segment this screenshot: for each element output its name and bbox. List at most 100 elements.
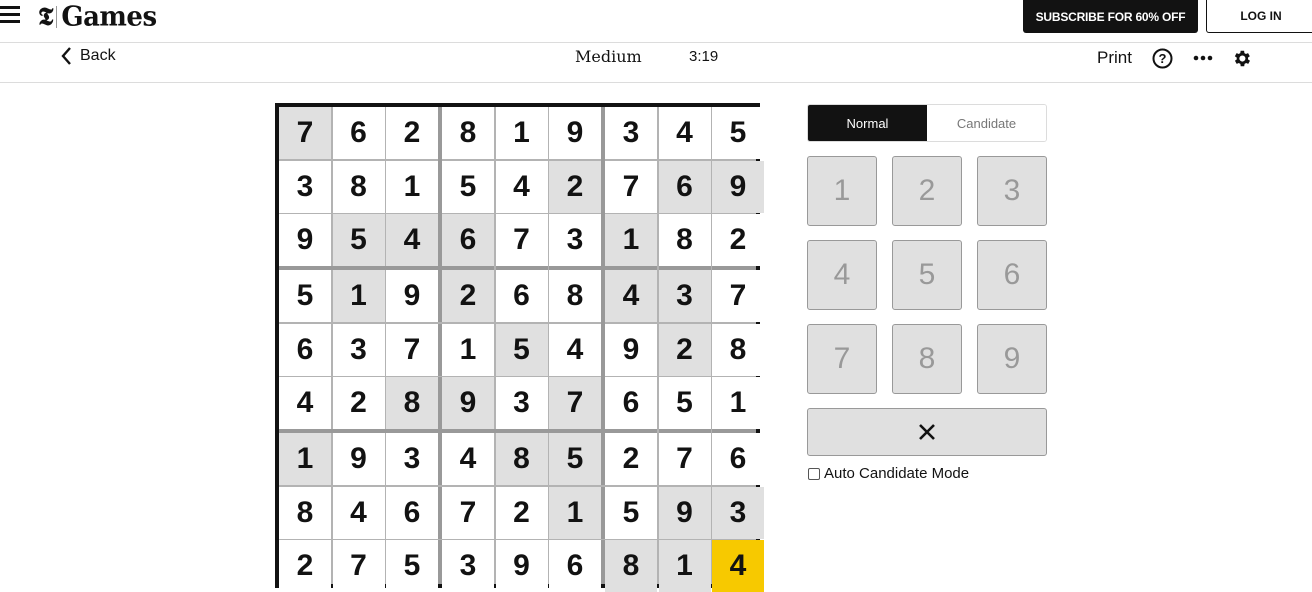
timer[interactable]: 3:19	[689, 48, 718, 65]
board-cell[interactable]: 7	[495, 214, 548, 266]
board-cell[interactable]: 5	[386, 540, 438, 592]
board-cell[interactable]: 6	[386, 486, 438, 539]
board-cell[interactable]: 8	[495, 433, 548, 485]
board-cell[interactable]: 6	[605, 377, 657, 429]
subscribe-button[interactable]: SUBSCRIBE FOR 60% OFF	[1023, 0, 1198, 33]
board-cell[interactable]: 9	[658, 486, 711, 539]
board-cell[interactable]: 7	[279, 107, 331, 159]
board-cell[interactable]: 8	[658, 214, 711, 266]
board-cell[interactable]: 5	[332, 214, 385, 266]
board-cell[interactable]: 7	[386, 323, 438, 376]
numpad-key[interactable]: 6	[977, 240, 1047, 310]
board-cell[interactable]: 4	[658, 107, 711, 159]
board-cell[interactable]: 5	[712, 107, 764, 159]
board-cell[interactable]: 4	[442, 433, 494, 485]
board-cell[interactable]: 2	[386, 107, 438, 159]
board-cell[interactable]: 1	[386, 160, 438, 213]
board-cell[interactable]: 8	[712, 323, 764, 376]
auto-candidate-checkbox[interactable]	[808, 467, 820, 480]
board-cell[interactable]: 3	[279, 160, 331, 213]
board-cell[interactable]: 8	[279, 486, 331, 539]
board-cell[interactable]: 9	[279, 214, 331, 266]
board-cell[interactable]: 8	[605, 540, 657, 592]
board-cell[interactable]: 8	[332, 160, 385, 213]
board-cell[interactable]: 3	[442, 540, 494, 592]
nyt-games-logo[interactable]: 𝕿 Games	[38, 0, 157, 34]
board-cell[interactable]: 5	[442, 160, 494, 213]
board-cell[interactable]: 8	[549, 270, 601, 322]
board-cell[interactable]: 4	[386, 214, 438, 266]
help-icon[interactable]: ?	[1152, 48, 1173, 69]
board-cell[interactable]: 6	[279, 323, 331, 376]
board-cell[interactable]: 4	[495, 160, 548, 213]
numpad-key[interactable]: 1	[807, 156, 877, 226]
board-cell[interactable]: 9	[605, 323, 657, 376]
candidate-mode-tab[interactable]: Candidate	[927, 105, 1046, 141]
board-cell[interactable]: 5	[605, 486, 657, 539]
board-cell[interactable]: 4	[605, 270, 657, 322]
board-cell[interactable]: 8	[442, 107, 494, 159]
board-cell[interactable]: 9	[495, 540, 548, 592]
board-cell[interactable]: 2	[549, 160, 601, 213]
board-cell[interactable]: 3	[386, 433, 438, 485]
board-cell[interactable]: 4	[549, 323, 601, 376]
board-cell[interactable]: 7	[658, 433, 711, 485]
board-cell[interactable]: 2	[442, 270, 494, 322]
board-cell[interactable]: 1	[605, 214, 657, 266]
board-cell[interactable]: 8	[386, 377, 438, 429]
erase-button[interactable]	[807, 408, 1047, 456]
board-cell[interactable]: 9	[332, 433, 385, 485]
board-cell[interactable]: 2	[332, 377, 385, 429]
board-cell[interactable]: 1	[712, 377, 764, 429]
board-cell[interactable]: 9	[442, 377, 494, 429]
more-options-icon[interactable]	[1192, 48, 1214, 68]
board-cell[interactable]: 7	[442, 486, 494, 539]
board-cell[interactable]: 3	[658, 270, 711, 322]
board-cell[interactable]: 3	[549, 214, 601, 266]
board-cell[interactable]: 2	[712, 214, 764, 266]
numpad-key[interactable]: 5	[892, 240, 962, 310]
board-cell[interactable]: 2	[279, 540, 331, 592]
board-cell[interactable]: 3	[605, 107, 657, 159]
board-cell[interactable]: 1	[279, 433, 331, 485]
board-cell[interactable]: 3	[332, 323, 385, 376]
board-cell[interactable]: 6	[549, 540, 601, 592]
board-cell[interactable]: 5	[279, 270, 331, 322]
board-cell[interactable]: 3	[495, 377, 548, 429]
board-cell[interactable]: 7	[332, 540, 385, 592]
board-cell[interactable]: 1	[442, 323, 494, 376]
board-cell[interactable]: 1	[332, 270, 385, 322]
numpad-key[interactable]: 2	[892, 156, 962, 226]
login-button[interactable]: LOG IN	[1206, 0, 1312, 33]
board-cell[interactable]: 6	[712, 433, 764, 485]
board-cell[interactable]: 1	[658, 540, 711, 592]
board-cell[interactable]: 2	[658, 323, 711, 376]
numpad-key[interactable]: 4	[807, 240, 877, 310]
board-cell[interactable]: 7	[605, 160, 657, 213]
board-cell[interactable]: 1	[495, 107, 548, 159]
print-button[interactable]: Print	[1097, 48, 1132, 68]
board-cell[interactable]: 6	[442, 214, 494, 266]
board-cell[interactable]: 6	[495, 270, 548, 322]
board-cell[interactable]: 2	[495, 486, 548, 539]
board-cell[interactable]: 4	[332, 486, 385, 539]
hamburger-menu-icon[interactable]	[0, 6, 20, 24]
board-cell[interactable]: 4	[279, 377, 331, 429]
numpad-key[interactable]: 7	[807, 324, 877, 394]
board-cell[interactable]: 6	[658, 160, 711, 213]
board-cell[interactable]: 2	[605, 433, 657, 485]
numpad-key[interactable]: 8	[892, 324, 962, 394]
board-cell[interactable]: 9	[549, 107, 601, 159]
board-cell[interactable]: 7	[712, 270, 764, 322]
board-cell[interactable]: 1	[549, 486, 601, 539]
numpad-key[interactable]: 3	[977, 156, 1047, 226]
board-cell[interactable]: 6	[332, 107, 385, 159]
board-cell[interactable]: 9	[712, 160, 764, 213]
numpad-key[interactable]: 9	[977, 324, 1047, 394]
settings-gear-icon[interactable]	[1231, 48, 1252, 69]
board-cell[interactable]: 7	[549, 377, 601, 429]
board-cell[interactable]: 5	[495, 323, 548, 376]
board-cell[interactable]: 5	[549, 433, 601, 485]
normal-mode-tab[interactable]: Normal	[808, 105, 927, 141]
back-button[interactable]: Back	[60, 46, 116, 66]
